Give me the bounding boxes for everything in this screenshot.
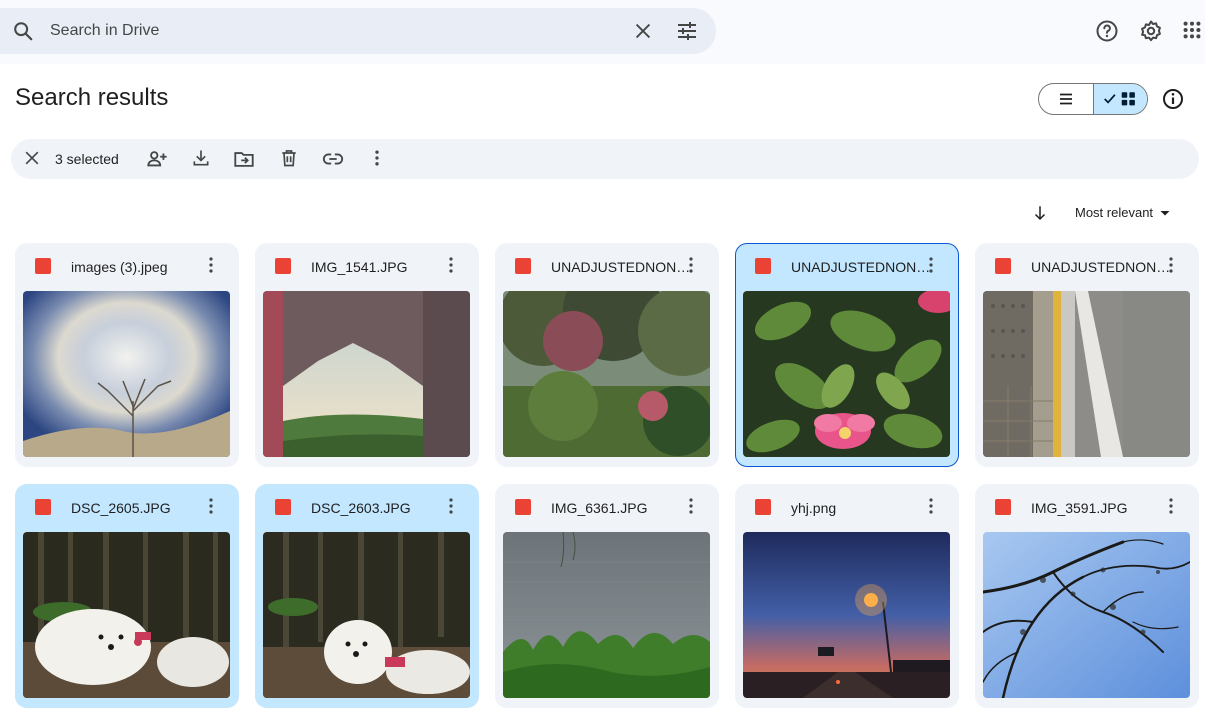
more-options-icon[interactable]: [929, 498, 933, 514]
image-file-icon: [515, 499, 531, 515]
share-add-person-icon[interactable]: [146, 148, 168, 170]
file-card[interactable]: IMG_6361.JPG: [495, 484, 719, 708]
search-bar: [0, 8, 716, 54]
image-file-icon: [35, 499, 51, 515]
file-name: IMG_6361.JPG: [551, 500, 648, 516]
more-actions-icon[interactable]: [367, 148, 387, 168]
image-file-icon: [995, 258, 1011, 274]
file-name: images (3).jpeg: [71, 259, 168, 275]
file-card[interactable]: images (3).jpeg: [15, 243, 239, 467]
file-name: UNADJUSTEDNONRAW_thumb.jpg: [1031, 259, 1171, 275]
file-thumbnail: [503, 291, 710, 457]
file-card[interactable]: DSC_2603.JPG: [255, 484, 479, 708]
file-thumbnail: [503, 532, 710, 698]
file-thumbnail: [263, 532, 470, 698]
file-card[interactable]: IMG_1541.JPG: [255, 243, 479, 467]
selection-toolbar: 3 selected: [11, 139, 1199, 179]
clear-selection-icon[interactable]: [22, 148, 42, 168]
file-name: DSC_2603.JPG: [311, 500, 411, 516]
settings-gear-icon[interactable]: [1139, 19, 1163, 43]
file-card[interactable]: UNADJUSTEDNONRAW_thumb.jpg: [735, 243, 959, 467]
image-file-icon: [35, 258, 51, 274]
more-options-icon[interactable]: [209, 498, 213, 514]
more-options-icon[interactable]: [449, 498, 453, 514]
trash-icon[interactable]: [279, 148, 299, 168]
chevron-down-icon: [1160, 210, 1170, 215]
search-input[interactable]: [50, 18, 610, 44]
more-options-icon[interactable]: [689, 257, 693, 273]
sort-dropdown[interactable]: Most relevant: [1075, 205, 1171, 220]
selected-count: 3 selected: [55, 151, 119, 167]
image-file-icon: [755, 499, 771, 515]
search-icon[interactable]: [12, 20, 34, 42]
apps-grid-icon[interactable]: [1181, 19, 1203, 41]
more-options-icon[interactable]: [689, 498, 693, 514]
file-card[interactable]: UNADJUSTEDNONRAW_thumb.jpg: [975, 243, 1199, 467]
search-options-icon[interactable]: [675, 19, 699, 43]
top-bar: [0, 0, 1205, 64]
file-thumbnail: [743, 291, 950, 457]
image-file-icon: [755, 258, 771, 274]
file-thumbnail: [983, 532, 1190, 698]
file-name: IMG_3591.JPG: [1031, 500, 1128, 516]
more-options-icon[interactable]: [449, 257, 453, 273]
image-file-icon: [995, 499, 1011, 515]
more-options-icon[interactable]: [929, 257, 933, 273]
page-title: Search results: [15, 84, 169, 111]
download-icon[interactable]: [191, 148, 211, 168]
file-name: UNADJUSTEDNONRAW_thumb.jpg: [551, 259, 691, 275]
file-thumbnail: [23, 532, 230, 698]
file-thumbnail: [983, 291, 1190, 457]
view-toggle: [1038, 83, 1148, 115]
copy-link-icon[interactable]: [322, 148, 344, 170]
details-info-icon[interactable]: [1161, 87, 1185, 111]
sort-label: Most relevant: [1075, 205, 1154, 220]
file-name: IMG_1541.JPG: [311, 259, 408, 275]
help-icon[interactable]: [1095, 19, 1119, 43]
file-card[interactable]: yhj.png: [735, 484, 959, 708]
file-name: yhj.png: [791, 500, 837, 516]
file-card[interactable]: DSC_2605.JPG: [15, 484, 239, 708]
image-file-icon: [275, 258, 291, 274]
image-file-icon: [515, 258, 531, 274]
clear-search-icon[interactable]: [632, 20, 654, 42]
sort-direction-icon[interactable]: [1030, 204, 1050, 222]
file-card[interactable]: IMG_3591.JPG: [975, 484, 1199, 708]
more-options-icon[interactable]: [1169, 257, 1173, 273]
image-file-icon: [275, 499, 291, 515]
grid-view-button[interactable]: [1092, 84, 1147, 114]
file-name: UNADJUSTEDNONRAW_thumb.jpg: [791, 259, 931, 275]
more-options-icon[interactable]: [1169, 498, 1173, 514]
file-card[interactable]: UNADJUSTEDNONRAW_thumb.jpg: [495, 243, 719, 467]
move-to-folder-icon[interactable]: [233, 148, 255, 170]
file-thumbnail: [743, 532, 950, 698]
file-thumbnail: [263, 291, 470, 457]
more-options-icon[interactable]: [209, 257, 213, 273]
list-view-button[interactable]: [1039, 84, 1093, 114]
file-thumbnail: [23, 291, 230, 457]
file-name: DSC_2605.JPG: [71, 500, 171, 516]
